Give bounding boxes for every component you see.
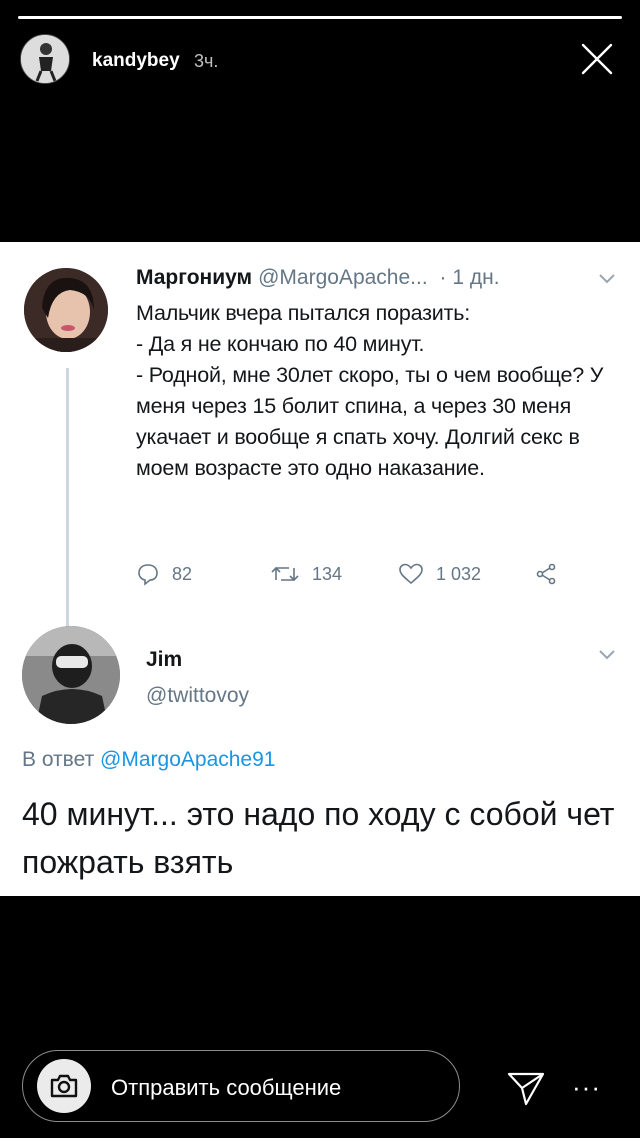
retweet-icon	[271, 566, 299, 582]
tweet-line-1: Мальчик вчера пытался поразить:	[136, 301, 471, 325]
tweet-author-handle: @MargoApache...	[258, 266, 428, 289]
message-placeholder: Отправить сообщение	[111, 1075, 342, 1100]
avatar[interactable]	[20, 34, 70, 84]
close-button[interactable]	[580, 42, 614, 76]
tweet-chevron-down-icon	[598, 272, 616, 290]
heart-icon	[399, 563, 423, 585]
tweet-author-name: Маргониум	[136, 266, 253, 289]
tweet-avatar-photo	[24, 268, 108, 352]
more-options-button[interactable]: ···	[572, 1072, 601, 1103]
send-icon	[507, 1072, 545, 1106]
reply-avatar	[22, 626, 120, 724]
share-icon	[536, 563, 556, 585]
tweet-avatar	[24, 268, 108, 352]
reply-icon	[138, 564, 158, 586]
reply-author-name: Jim	[146, 648, 183, 671]
like-count: 1 032	[436, 563, 482, 584]
reply-context: В ответ @MargoApache91	[22, 748, 275, 772]
reply-chevron-down-icon	[598, 648, 616, 666]
tweet-actions: 82 134 1 032	[136, 560, 596, 590]
tweet-line-3: - Родной, мне 30лет скоро, ты о чем вооб…	[136, 363, 604, 480]
avatar-image	[21, 35, 69, 83]
retweet-count: 134	[312, 563, 343, 584]
reply-action: 82	[136, 560, 192, 588]
send-button[interactable]	[504, 1066, 548, 1110]
reply-mention: @MargoApache91	[100, 748, 276, 771]
story-username[interactable]: kandybey	[92, 50, 180, 72]
story-progress-bar	[18, 16, 622, 19]
tweet-time: · 1 дн.	[439, 266, 500, 289]
reply-author-handle: @twittovoy	[146, 684, 250, 707]
tweet-line-2: - Да я не кончаю по 40 минут.	[136, 332, 425, 356]
reply-count: 82	[172, 563, 193, 584]
retweet-action: 134	[270, 560, 342, 588]
camera-icon	[50, 1074, 78, 1098]
message-input[interactable]: Отправить сообщение	[22, 1050, 460, 1122]
close-icon	[581, 43, 613, 75]
reply-avatar-photo	[22, 626, 120, 724]
story-time: 3ч.	[194, 51, 219, 71]
story-progress-fill	[18, 16, 622, 19]
like-action: 1 032	[398, 560, 481, 588]
camera-button[interactable]	[37, 1059, 91, 1113]
tweet-text: Мальчик вчера пытался поразить: - Да я н…	[136, 298, 606, 484]
share-action	[534, 560, 558, 588]
thread-line	[66, 368, 69, 626]
reply-text: 40 минут... это надо по ходу с собой чет…	[22, 796, 615, 880]
tweet-header: Маргониум @MargoApache... · 1 дн.	[136, 266, 500, 290]
reply-prefix: В ответ	[22, 748, 95, 771]
story-header: kandybey 3ч.	[20, 30, 620, 88]
